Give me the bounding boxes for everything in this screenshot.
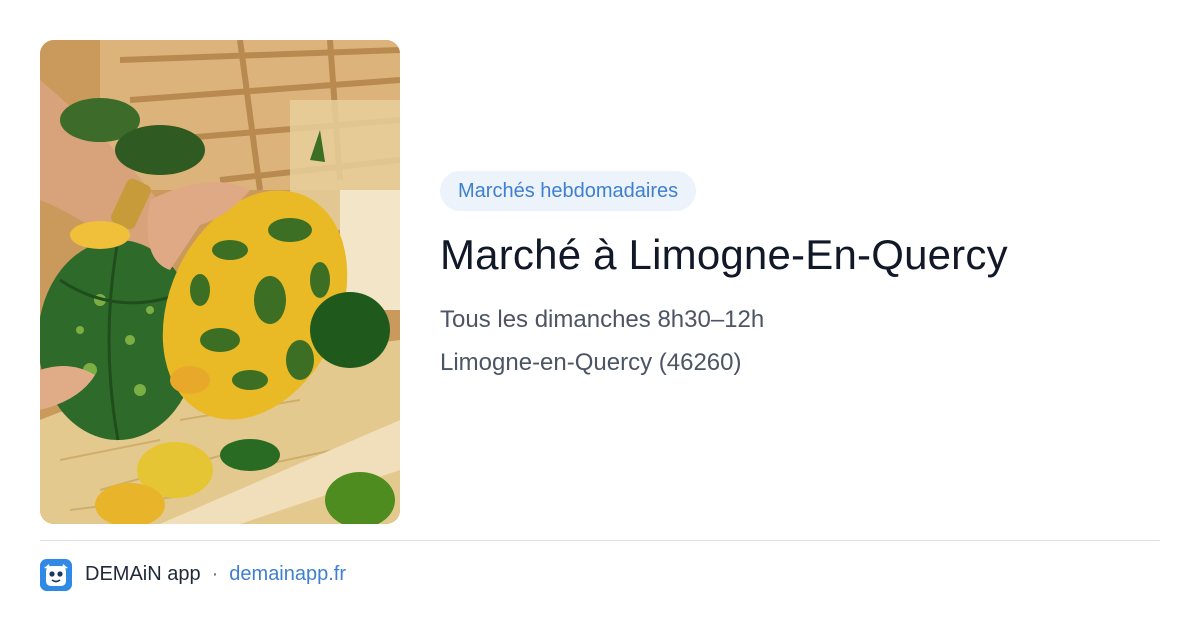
demain-app-logo-icon xyxy=(40,558,72,591)
site-link[interactable]: demainapp.fr xyxy=(229,563,346,586)
category-badge[interactable]: Marchés hebdomadaires xyxy=(440,171,697,211)
market-title: Marché à Limogne-En-Quercy xyxy=(440,231,1008,278)
market-vegetables-image xyxy=(40,40,400,524)
market-location: Limogne-en-Quercy (46260) xyxy=(440,349,742,376)
share-card: Marchés hebdomadaires Marché à Limogne-E… xyxy=(0,0,1200,630)
app-name: DEMAiN app xyxy=(85,563,201,585)
footer-divider xyxy=(40,540,1160,541)
market-schedule: Tous les dimanches 8h30–12h xyxy=(440,306,765,333)
footer: DEMAiN app · demainapp.fr xyxy=(40,558,346,591)
footer-separator: · xyxy=(211,563,219,585)
market-photo xyxy=(40,40,400,524)
market-info: Marchés hebdomadaires Marché à Limogne-E… xyxy=(440,171,1160,378)
